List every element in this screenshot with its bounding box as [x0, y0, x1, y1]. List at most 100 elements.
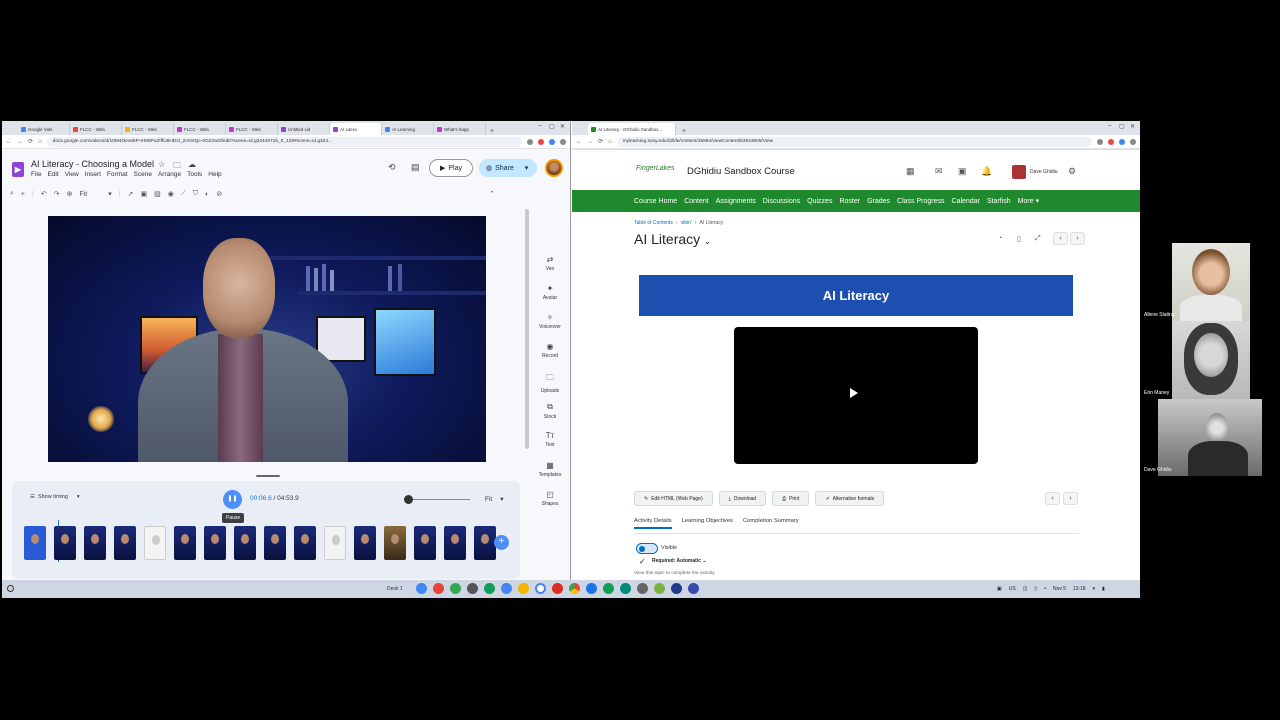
- undo-icon[interactable]: ↶: [41, 190, 47, 198]
- scene-thumbnail[interactable]: [114, 526, 136, 560]
- canvas-scrollbar[interactable]: [525, 209, 529, 449]
- app-icon[interactable]: [654, 583, 665, 594]
- line-icon[interactable]: ⟋: [181, 190, 186, 198]
- browser-tab[interactable]: FLCC - Web: [174, 123, 226, 135]
- college-logo[interactable]: FingerLakes: [636, 165, 675, 172]
- scene-thumbnail[interactable]: [294, 526, 316, 560]
- maximize-icon[interactable]: ▢: [549, 123, 555, 130]
- app-icon[interactable]: [620, 583, 631, 594]
- sync-app-icon[interactable]: [586, 583, 597, 594]
- youtube-app-icon[interactable]: [552, 583, 563, 594]
- nav-content[interactable]: Content: [684, 198, 709, 205]
- files-app-icon[interactable]: [416, 583, 427, 594]
- required-dropdown[interactable]: Required: Automatic ⌄: [652, 558, 707, 564]
- forward-icon[interactable]: →: [587, 139, 593, 145]
- cursor-icon[interactable]: ➚: [128, 190, 134, 198]
- browser-tab[interactable]: AI Learning: [382, 123, 434, 135]
- nav-quizzes[interactable]: Quizzes: [807, 198, 832, 205]
- new-tab-icon[interactable]: +: [676, 128, 686, 135]
- close-icon[interactable]: ✕: [560, 123, 565, 130]
- user-menu[interactable]: Dave Ghidiu: [1012, 165, 1058, 179]
- side-panel-text[interactable]: Tт Text: [532, 431, 568, 448]
- app-icon[interactable]: [671, 583, 682, 594]
- side-panel-veo[interactable]: ⇄ Veo: [532, 255, 568, 272]
- gear-icon[interactable]: ⚙: [1068, 166, 1076, 177]
- side-panel-record[interactable]: ◉ Record: [532, 342, 568, 359]
- chevron-down-icon[interactable]: ▾: [108, 190, 112, 198]
- minimize-icon[interactable]: –: [1108, 123, 1111, 129]
- link-icon[interactable]: ⊘: [216, 190, 222, 198]
- forward-icon[interactable]: →: [17, 139, 23, 145]
- next-topic-button[interactable]: ›: [1063, 492, 1078, 505]
- menu-view[interactable]: View: [65, 171, 79, 178]
- scene-thumbnail[interactable]: [414, 526, 436, 560]
- embedded-video-player[interactable]: [734, 327, 978, 464]
- bell-icon[interactable]: 🔔: [981, 166, 992, 177]
- collapse-toolbar-icon[interactable]: ⌃: [489, 190, 495, 198]
- desk-label[interactable]: Desk 1: [387, 586, 403, 592]
- timeline-zoom-slider[interactable]: [408, 499, 470, 500]
- browser-tab[interactable]: FLCC - Web: [70, 123, 122, 135]
- course-title[interactable]: DGhidiu Sandbox Course: [687, 166, 795, 177]
- history-icon[interactable]: ⟲: [388, 162, 396, 173]
- chevron-down-icon[interactable]: ▾: [525, 164, 529, 172]
- menu-help[interactable]: Help: [208, 171, 221, 178]
- breadcrumb-link[interactable]: vibin': [681, 220, 692, 226]
- nav-roster[interactable]: Roster: [839, 198, 860, 205]
- timeline-resize-handle[interactable]: [256, 475, 280, 477]
- nav-discussions[interactable]: Discussions: [763, 198, 800, 205]
- browser-tab[interactable]: FLCC - Web: [226, 123, 278, 135]
- browser-tab[interactable]: FLCC - Web: [122, 123, 174, 135]
- docs-app-icon[interactable]: [501, 583, 512, 594]
- mobile-icon[interactable]: ▯: [1017, 235, 1021, 243]
- video-canvas[interactable]: [48, 216, 486, 462]
- chat-icon[interactable]: ▣: [958, 166, 967, 177]
- add-icon[interactable]: +: [21, 191, 25, 198]
- scene-thumbnail[interactable]: [384, 526, 406, 560]
- extension-icon[interactable]: [1108, 138, 1114, 145]
- redo-icon[interactable]: ↷: [54, 190, 60, 198]
- address-bar[interactable]: docs.google.com/videos/d/10M4Oev85P-IH95…: [46, 136, 522, 147]
- doc-title[interactable]: AI Literacy - Choosing a Model: [31, 159, 154, 169]
- scene-thumbnail[interactable]: [84, 526, 106, 560]
- edit-html-button[interactable]: ✎ Edit HTML (Web Page): [634, 491, 713, 506]
- extension-icon[interactable]: [1097, 138, 1103, 145]
- side-panel-uploads[interactable]: 🗀 Uploads: [532, 372, 568, 394]
- scene-thumbnail[interactable]: [24, 526, 46, 560]
- gmail-app-icon[interactable]: [433, 583, 444, 594]
- meet-app-icon[interactable]: [450, 583, 461, 594]
- scene-thumbnail[interactable]: [444, 526, 466, 560]
- previous-topic-button[interactable]: ‹: [1045, 492, 1060, 505]
- side-panel-shapes[interactable]: ◰ Shapes: [532, 490, 568, 507]
- alternative-formats-button[interactable]: ⇗ Alternative formats: [815, 491, 885, 506]
- next-topic-button[interactable]: ›: [1070, 232, 1085, 245]
- browser-tab[interactable]: Untitled vid: [278, 123, 330, 135]
- page-title[interactable]: AI Literacy ⌄: [634, 231, 711, 247]
- close-icon[interactable]: ✕: [1130, 123, 1135, 130]
- home-icon[interactable]: ⌂: [608, 139, 612, 145]
- comment-icon[interactable]: ▤: [411, 162, 420, 173]
- tab-activity-details[interactable]: Activity Details: [634, 518, 672, 529]
- side-panel-voiceover[interactable]: ✧ Voiceover: [532, 313, 568, 330]
- breadcrumb-link[interactable]: Table of Contents: [634, 220, 673, 226]
- new-tab-icon[interactable]: +: [486, 128, 494, 135]
- minimize-icon[interactable]: –: [538, 123, 541, 129]
- chrome-app-icon[interactable]: [569, 583, 580, 594]
- side-panel-stock[interactable]: ⧉ Stock: [532, 402, 568, 420]
- mail-icon[interactable]: ✉: [935, 166, 943, 177]
- nav-class-progress[interactable]: Class Progress: [897, 198, 944, 205]
- profile-icon[interactable]: [560, 138, 566, 145]
- scene-thumbnail[interactable]: [354, 526, 376, 560]
- vids-logo-icon[interactable]: ▶: [12, 162, 24, 177]
- status-tray[interactable]: ▣ US ◫ ▯ • Nov 5 13:18 ▾ ▮: [997, 586, 1105, 592]
- tab-completion-summary[interactable]: Completion Summary: [743, 518, 799, 529]
- photos-app-icon[interactable]: [535, 583, 546, 594]
- zoom-icon[interactable]: ⊕: [67, 190, 73, 198]
- scene-thumbnail[interactable]: [204, 526, 226, 560]
- scene-thumbnail[interactable]: [234, 526, 256, 560]
- menu-edit[interactable]: Edit: [47, 171, 58, 178]
- pause-button[interactable]: ❚❚: [223, 490, 242, 509]
- share-button[interactable]: ◍ Share ▾: [479, 159, 537, 177]
- extension-icon[interactable]: [549, 138, 555, 145]
- scene-thumbnail[interactable]: [324, 526, 346, 560]
